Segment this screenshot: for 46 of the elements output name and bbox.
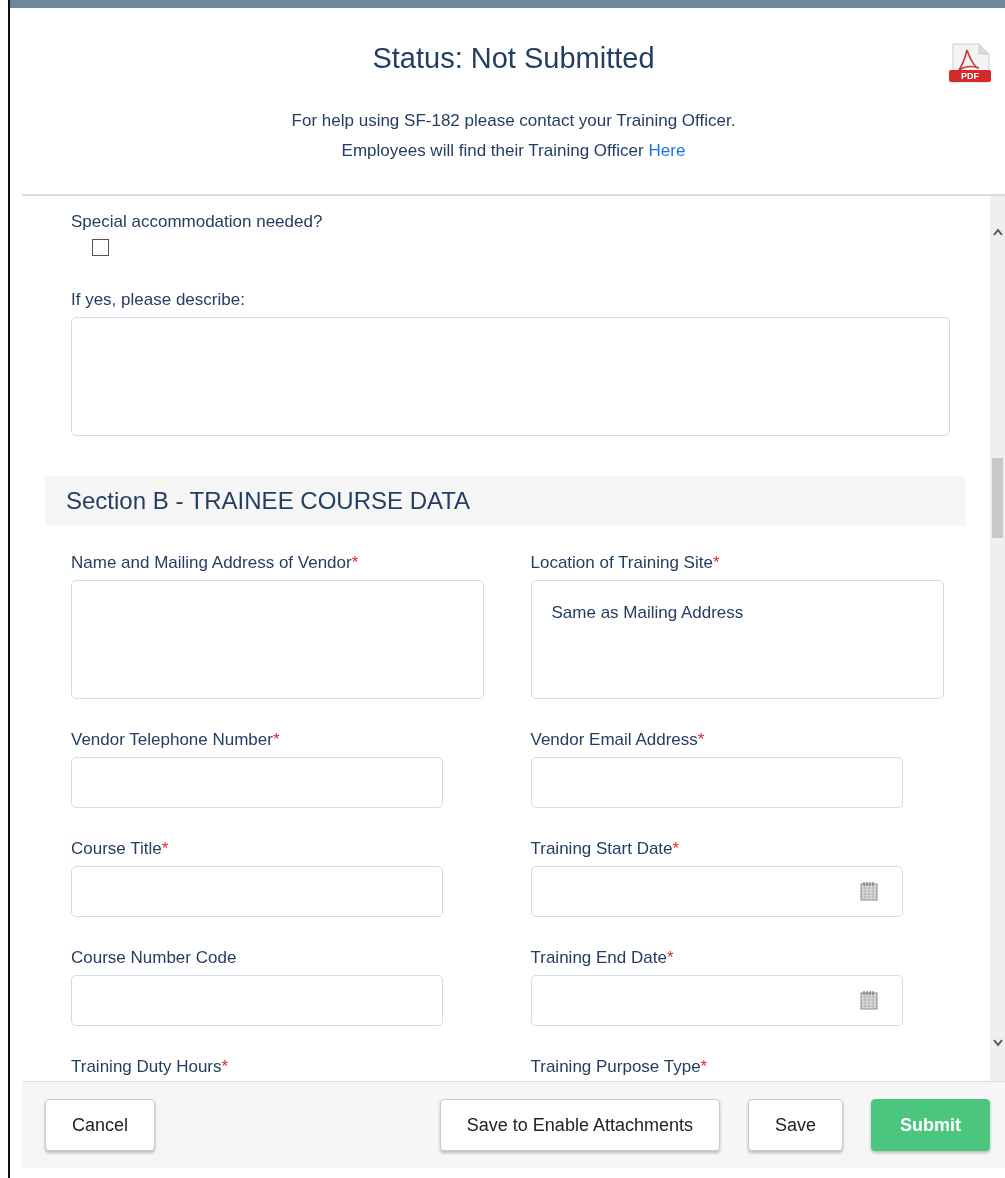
required-mark: * [161,839,169,858]
required-mark: * [351,553,359,572]
scroll-up-icon[interactable] [993,228,1003,236]
required-mark: * [221,1057,229,1076]
field-label: Training Start Date [530,839,673,858]
date-field[interactable] [530,866,903,917]
text-area[interactable] [71,317,950,436]
status-title: Status: Not Submitted [372,42,655,75]
required-mark: * [672,839,680,858]
help-text: Employees will find their Training Officer [341,140,644,162]
required-mark: * [666,948,674,967]
button[interactable]: Save [747,1099,843,1151]
input-field[interactable] [71,757,443,808]
here-link[interactable]: Here [648,136,686,166]
field-label: Special accommodation needed? [71,212,323,231]
scrollbar-thumb[interactable] [992,458,1003,538]
calendar-icon[interactable] [859,990,878,1010]
input-field[interactable] [530,757,903,808]
text-area[interactable] [71,580,484,699]
field-label: Training End Date [530,948,667,967]
field-label: Course Title [71,839,162,858]
section-title: Section B - TRAINEE COURSE DATA [66,487,471,515]
field-label: Course Number Code [71,948,237,967]
help-text: For help using SF-182 please contact your Training Officer. [290,110,737,132]
field-label: Training Purpose Type [530,1057,701,1076]
checkbox[interactable] [92,239,109,256]
field-label: Location of Training Site [530,553,713,572]
date-field[interactable] [530,975,903,1026]
button[interactable]: Save to Enable Attachments [439,1099,720,1151]
field-label: Name and Mailing Address of Vendor [71,553,352,572]
required-mark: * [697,730,705,749]
calendar-icon[interactable] [859,881,878,901]
field-label: Vendor Email Address [530,730,698,749]
field-label: Training Duty Hours [71,1057,222,1076]
scroll-down-icon[interactable] [993,1039,1003,1047]
input-field[interactable] [71,975,443,1026]
button[interactable]: Cancel [45,1099,156,1151]
text-area[interactable]: Same as Mailing Address [530,580,944,699]
field-value: Same as Mailing Address [551,603,744,622]
scrollbar[interactable] [990,196,1005,1081]
required-mark: * [712,553,720,572]
required-mark: * [700,1057,708,1076]
required-mark: * [272,730,280,749]
input-field[interactable] [71,866,443,917]
field-label: Vendor Telephone Number [71,730,273,749]
field-label: If yes, please describe: [71,290,245,309]
